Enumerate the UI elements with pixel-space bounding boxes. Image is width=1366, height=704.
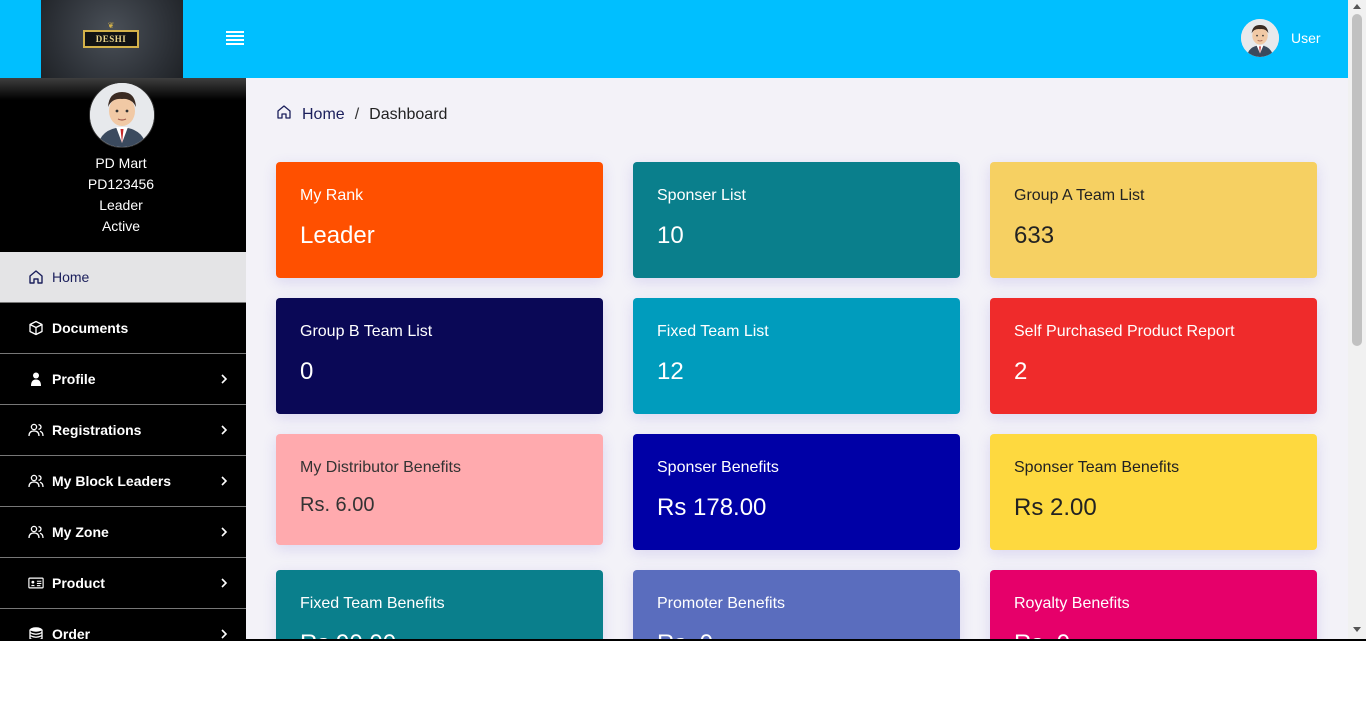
profile-avatar: [89, 82, 155, 148]
card-value: Rs. 6.00: [300, 494, 374, 517]
breadcrumb-home-link[interactable]: Home: [302, 106, 345, 124]
sidebar-item-product[interactable]: Product: [0, 558, 246, 609]
home-icon[interactable]: [276, 104, 292, 125]
brand-logo[interactable]: ❦ DESHI: [41, 0, 183, 78]
stat-card-promoter-benefits[interactable]: Promoter Benefits Rs. 0: [633, 570, 960, 639]
card-value: 633: [1014, 222, 1054, 250]
card-value: Rs 2.00: [1014, 494, 1097, 522]
sidebar-item-profile[interactable]: Profile: [0, 354, 246, 405]
person-icon: [28, 371, 44, 387]
card-title: Fixed Team Benefits: [300, 595, 445, 613]
sidebar-item-label: Profile: [52, 371, 96, 387]
profile-name: PD Mart: [0, 153, 242, 174]
chevron-right-icon: [220, 627, 228, 639]
card-title: Self Purchased Product Report: [1014, 323, 1235, 341]
card-title: Group A Team List: [1014, 187, 1144, 205]
menu-toggle-icon[interactable]: [226, 31, 244, 45]
sidebar-item-my-block-leaders[interactable]: My Block Leaders: [0, 456, 246, 507]
breadcrumb-current: Dashboard: [369, 106, 447, 124]
card-value: 0: [300, 358, 313, 386]
user-name[interactable]: User: [1291, 30, 1321, 46]
card-value: 10: [657, 222, 684, 250]
app-viewport: ❦ DESHI User: [0, 0, 1348, 639]
sidebar-item-label: Order: [52, 626, 90, 639]
card-title: Group B Team List: [300, 323, 432, 341]
stat-card-fixed-team-benefits[interactable]: Fixed Team Benefits Rs 90.00: [276, 570, 603, 639]
stat-card-self-purchased-product-report[interactable]: Self Purchased Product Report 2: [990, 298, 1317, 414]
profile-panel: PD Mart PD123456 Leader Active: [0, 78, 246, 253]
card-value: Rs. 0: [657, 630, 713, 639]
sidebar-item-order[interactable]: Order: [0, 609, 246, 639]
chevron-right-icon: [220, 423, 228, 437]
main-content: Home / Dashboard My Rank Leader Sponser …: [246, 78, 1348, 639]
card-title: Sponser List: [657, 187, 746, 205]
users-icon: [28, 473, 44, 489]
sidebar-item-label: Product: [52, 575, 105, 591]
card-title: Promoter Benefits: [657, 595, 785, 613]
leaf-icon: ❦: [105, 22, 117, 30]
card-value: 2: [1014, 358, 1027, 386]
card-value: Rs 90.00: [300, 630, 396, 639]
users-icon: [28, 422, 44, 438]
users-icon: [28, 524, 44, 540]
stat-card-group-b-team-list[interactable]: Group B Team List 0: [276, 298, 603, 414]
page-scrollbar[interactable]: [1348, 0, 1366, 639]
scroll-down-arrow-icon[interactable]: [1353, 627, 1361, 632]
sidebar-item-label: My Block Leaders: [52, 473, 171, 489]
stat-card-sponser-team-benefits[interactable]: Sponser Team Benefits Rs 2.00: [990, 434, 1317, 550]
box-icon: [28, 320, 44, 336]
card-title: Royalty Benefits: [1014, 595, 1130, 613]
card-title: Sponser Team Benefits: [1014, 459, 1179, 477]
profile-status: Active: [0, 216, 242, 237]
sidebar-item-home[interactable]: Home: [0, 252, 246, 303]
profile-rank: Leader: [0, 195, 242, 216]
card-title: Sponser Benefits: [657, 459, 779, 477]
sidebar-item-label: Registrations: [52, 422, 141, 438]
user-avatar[interactable]: [1241, 19, 1279, 57]
chevron-right-icon: [220, 474, 228, 488]
user-menu[interactable]: User: [1241, 19, 1321, 57]
card-title: My Distributor Benefits: [300, 459, 461, 477]
card-value: 12: [657, 358, 684, 386]
sidebar-item-registrations[interactable]: Registrations: [0, 405, 246, 456]
sidebar: PD Mart PD123456 Leader Active Home Docu…: [0, 78, 246, 639]
card-value: Rs. 0: [1014, 630, 1070, 639]
stat-card-sponser-benefits[interactable]: Sponser Benefits Rs 178.00: [633, 434, 960, 550]
card-title: Fixed Team List: [657, 323, 769, 341]
stat-card-my-distributor-benefits[interactable]: My Distributor Benefits Rs. 6.00: [276, 434, 603, 545]
window-bottom-border: [0, 639, 1366, 641]
stat-card-group-a-team-list[interactable]: Group A Team List 633: [990, 162, 1317, 278]
chevron-right-icon: [220, 372, 228, 386]
sidebar-item-label: My Zone: [52, 524, 109, 540]
stat-card-fixed-team-list[interactable]: Fixed Team List 12: [633, 298, 960, 414]
scrollbar-thumb[interactable]: [1352, 14, 1362, 346]
home-icon: [28, 269, 44, 285]
stat-card-royalty-benefits[interactable]: Royalty Benefits Rs. 0: [990, 570, 1317, 639]
breadcrumb: Home / Dashboard: [276, 104, 447, 125]
sidebar-item-label: Home: [52, 269, 89, 285]
id-card-icon: [28, 575, 44, 591]
sidebar-item-my-zone[interactable]: My Zone: [0, 507, 246, 558]
sidebar-item-documents[interactable]: Documents: [0, 303, 246, 354]
database-icon: [28, 626, 44, 639]
top-navbar: ❦ DESHI User: [0, 0, 1348, 78]
card-value: Rs 178.00: [657, 494, 766, 522]
scroll-up-arrow-icon[interactable]: [1353, 4, 1361, 9]
sidebar-menu: Home Documents Profile Registrations: [0, 252, 246, 639]
chevron-right-icon: [220, 525, 228, 539]
sidebar-item-label: Documents: [52, 320, 128, 336]
logo-text: DESHI: [83, 30, 139, 48]
card-value: Leader: [300, 222, 375, 250]
chevron-right-icon: [220, 576, 228, 590]
breadcrumb-separator: /: [355, 106, 359, 124]
stat-card-sponser-list[interactable]: Sponser List 10: [633, 162, 960, 278]
card-title: My Rank: [300, 187, 363, 205]
profile-details: PD Mart PD123456 Leader Active: [0, 153, 242, 237]
profile-id: PD123456: [0, 174, 242, 195]
stat-card-my-rank[interactable]: My Rank Leader: [276, 162, 603, 278]
